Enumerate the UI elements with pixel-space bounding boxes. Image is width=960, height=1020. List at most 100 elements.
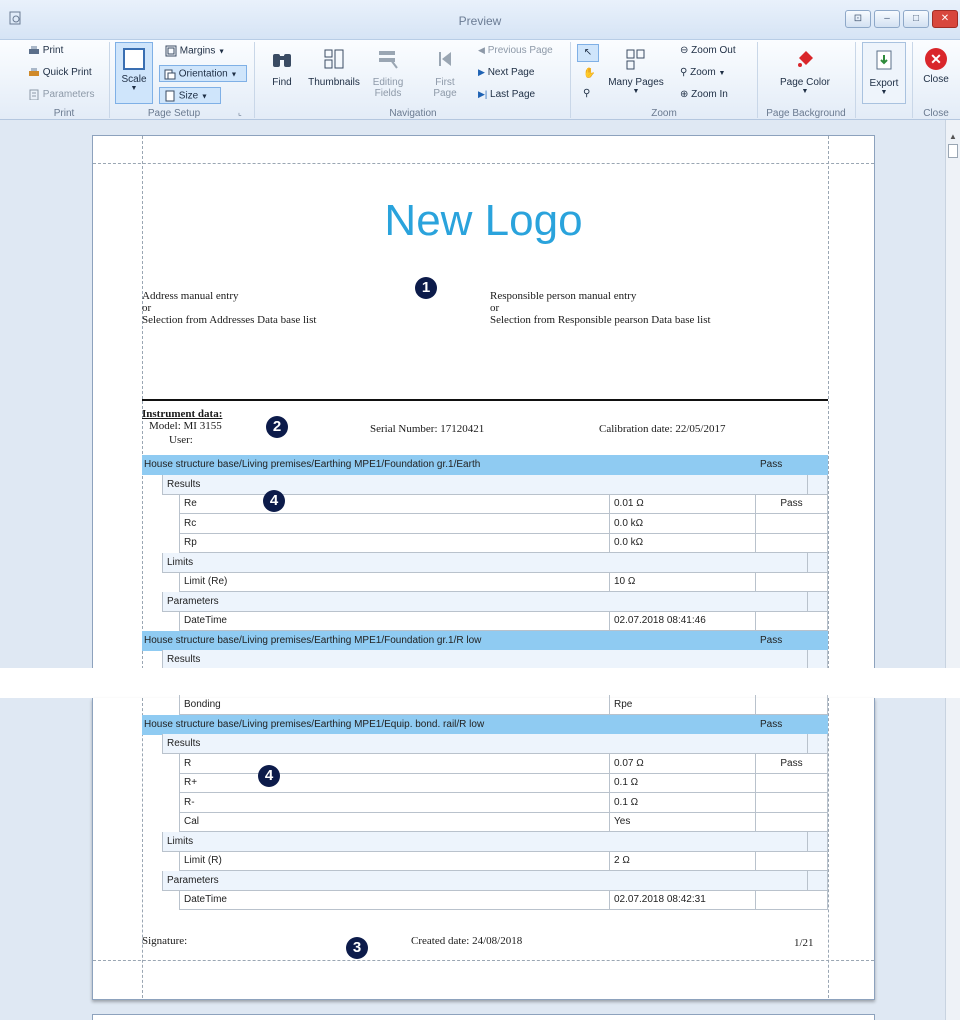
cell-name: Parameters xyxy=(162,591,808,612)
zoom-dropdown[interactable]: ⚲ Zoom ▼ xyxy=(680,67,725,78)
section-row: Results xyxy=(93,650,874,670)
export-button[interactable]: Export ▼ xyxy=(862,42,906,104)
editing-fields-icon xyxy=(379,51,398,69)
zoom-in-icon: ⊕ xyxy=(680,89,689,100)
next-arrow-icon: ▶ xyxy=(478,67,485,77)
find-button[interactable]: Find xyxy=(266,48,298,88)
cell-value: 10 Ω xyxy=(610,572,756,592)
section-row: Parameters xyxy=(93,591,874,612)
address-line-1: Address manual entry xyxy=(142,290,239,302)
zoom-in-button[interactable]: ⊕ Zoom In xyxy=(680,89,728,100)
orientation-label: Orientation xyxy=(178,68,228,80)
close-group-label: Close xyxy=(923,108,949,119)
orientation-button[interactable]: Orientation ▼ xyxy=(159,65,247,82)
previous-page-button[interactable]: ◀ Previous Page xyxy=(478,45,553,56)
cell-value: Pass xyxy=(758,630,828,651)
marker-2: 2 xyxy=(266,416,288,438)
section-row: Parameters xyxy=(93,870,874,891)
next-page-button[interactable]: ▶ Next Page xyxy=(478,67,534,78)
test-header-row: House structure base/Living premises/Ear… xyxy=(93,455,874,475)
printer-icon xyxy=(29,46,39,54)
cell-status xyxy=(756,792,828,813)
previous-page-label: Previous Page xyxy=(487,45,553,56)
margins-button[interactable]: Margins ▼ xyxy=(165,45,225,57)
zoom-out-label: Zoom Out xyxy=(691,45,736,56)
find-label: Find xyxy=(272,77,292,88)
parameters-button[interactable]: Parameters xyxy=(28,89,94,100)
cell-name: R+ xyxy=(179,773,610,793)
paint-bucket-icon xyxy=(798,51,813,67)
size-button[interactable]: Size ▼ xyxy=(159,87,221,104)
cell-status xyxy=(808,474,828,495)
report-page-2-preview xyxy=(92,1014,875,1020)
hand-tool-button[interactable]: ✋ xyxy=(583,68,595,79)
vertical-scrollbar[interactable]: ▲ xyxy=(945,120,960,1020)
created-date: Created date: 24/08/2018 xyxy=(411,935,523,947)
section-row: Results xyxy=(93,734,874,754)
cell-value: 0.0 kΩ xyxy=(610,533,756,553)
editing-fields-label-line1: Editing xyxy=(372,77,404,88)
responsible-line-3: Selection from Responsible pearson Data … xyxy=(490,314,711,326)
cell-name: Limit (R) xyxy=(179,851,610,871)
scroll-up-arrow-icon[interactable]: ▲ xyxy=(949,132,957,141)
quick-print-button[interactable]: Quick Print xyxy=(28,67,92,78)
close-window-button[interactable]: ✕ xyxy=(932,10,958,28)
minimize-button[interactable]: – xyxy=(874,10,900,28)
first-page-icon xyxy=(439,52,451,66)
cell-name: Limits xyxy=(162,552,808,573)
thumbnails-button[interactable]: Thumbnails xyxy=(306,48,362,88)
marker-4-page-1: 4 xyxy=(263,490,285,512)
marker-3: 3 xyxy=(346,937,368,959)
scale-button[interactable]: Scale ▼ xyxy=(115,42,153,104)
table-row: Rp 0.0 kΩ xyxy=(93,533,874,553)
section-row: Results xyxy=(93,474,874,495)
cell-value: Pass xyxy=(758,455,828,475)
instrument-user: User: xyxy=(169,434,193,446)
cell-status xyxy=(808,734,828,754)
table-row: Bonding Rpe xyxy=(93,695,874,715)
first-page-button[interactable]: First Page xyxy=(428,48,462,99)
signature-label: Signature: xyxy=(142,935,188,947)
scale-label: Scale xyxy=(121,74,147,85)
page-setup-launcher-icon[interactable]: ⌞ xyxy=(238,108,242,117)
page-color-button[interactable]: Page Color ▼ xyxy=(772,48,838,95)
magnifier-tool-button[interactable]: ⚲ xyxy=(583,88,590,99)
cell-status xyxy=(808,591,828,612)
calibration-date: Calibration date: 22/05/2017 xyxy=(599,423,726,435)
cell-value: 0.1 Ω xyxy=(610,773,756,793)
cell-status: Pass xyxy=(756,753,828,774)
page-number: 1/21 xyxy=(794,937,814,949)
cell-name: Rp xyxy=(179,533,610,553)
serial-number: Serial Number: 17120421 xyxy=(370,423,485,435)
zoom-label: Zoom xyxy=(690,67,716,78)
size-label: Size xyxy=(178,90,199,102)
editing-fields-label-line2: Fields xyxy=(374,88,402,99)
cell-name: R xyxy=(179,753,610,774)
address-line-2: or xyxy=(142,302,152,314)
cell-name: Parameters xyxy=(162,870,808,891)
first-page-label-line2: Page xyxy=(433,88,457,99)
last-page-button[interactable]: ▶| Last Page xyxy=(478,89,535,100)
scroll-thumb[interactable] xyxy=(948,144,958,158)
cell-name: Bonding xyxy=(179,695,610,715)
restore-layout-button[interactable]: ⊡ xyxy=(845,10,871,28)
cell-status xyxy=(756,611,828,631)
cell-name: R- xyxy=(179,792,610,813)
cell-status xyxy=(808,870,828,891)
editing-fields-button[interactable]: Editing Fields xyxy=(368,48,408,99)
many-pages-button[interactable]: Many Pages ▼ xyxy=(606,48,666,95)
zoom-out-button[interactable]: ⊖ Zoom Out xyxy=(680,45,736,56)
maximize-button[interactable]: □ xyxy=(903,10,929,28)
last-page-arrow-icon: ▶| xyxy=(478,89,488,99)
cell-value: 02.07.2018 08:41:46 xyxy=(610,611,756,631)
print-button[interactable]: Print xyxy=(28,45,63,56)
section-row: Limits xyxy=(93,831,874,852)
cell-status: Pass xyxy=(756,494,828,514)
pointer-tool-button[interactable]: ↖ xyxy=(577,44,599,62)
close-icon: ✕ xyxy=(925,48,947,70)
cell-name: House structure base/Living premises/Ear… xyxy=(142,455,758,475)
magnifier-icon: ⚲ xyxy=(583,88,591,99)
cell-name: House structure base/Living premises/Ear… xyxy=(142,714,758,735)
close-preview-button[interactable]: ✕ Close xyxy=(918,48,954,85)
report-logo: New Logo xyxy=(384,196,583,245)
